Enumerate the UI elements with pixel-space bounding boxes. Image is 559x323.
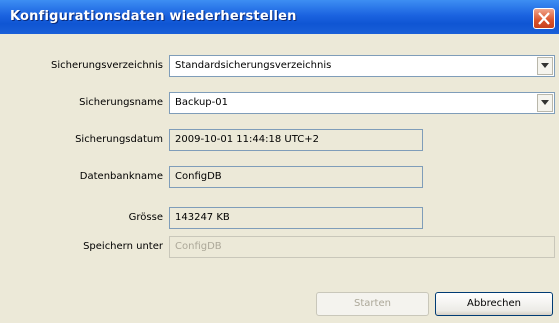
size-value: 143247 KB bbox=[175, 212, 230, 223]
backup-name-dropdown-button[interactable] bbox=[537, 94, 553, 112]
backup-directory-label: Sicherungsverzeichnis bbox=[51, 60, 163, 71]
start-button[interactable]: Starten bbox=[316, 292, 429, 316]
close-icon bbox=[538, 12, 550, 25]
backup-directory-select[interactable]: Standardsicherungsverzeichnis bbox=[169, 55, 555, 77]
backup-directory-value: Standardsicherungsverzeichnis bbox=[175, 60, 332, 71]
chevron-down-icon bbox=[541, 100, 549, 105]
save-as-input[interactable]: ConfigDB bbox=[169, 236, 555, 258]
window-title: Konfigurationsdaten wiederherstellen bbox=[10, 9, 297, 24]
chevron-down-icon bbox=[541, 63, 549, 68]
backup-date-value: 2009-10-01 11:44:18 UTC+2 bbox=[175, 134, 319, 145]
save-as-value: ConfigDB bbox=[175, 241, 222, 252]
backup-directory-dropdown-button[interactable] bbox=[537, 57, 553, 75]
backup-date-label: Sicherungsdatum bbox=[75, 134, 163, 145]
backup-name-value: Backup-01 bbox=[175, 97, 228, 108]
cancel-button[interactable]: Abbrechen bbox=[435, 292, 553, 316]
title-bar: Konfigurationsdaten wiederherstellen bbox=[0, 0, 559, 34]
backup-name-label: Sicherungsname bbox=[79, 97, 163, 108]
save-as-label: Speichern unter bbox=[83, 241, 163, 252]
backup-name-select[interactable]: Backup-01 bbox=[169, 92, 555, 114]
size-label: Grösse bbox=[128, 212, 163, 223]
size-field: 143247 KB bbox=[169, 207, 423, 229]
database-name-value: ConfigDB bbox=[175, 171, 222, 182]
database-name-label: Datenbankname bbox=[79, 171, 163, 182]
database-name-field: ConfigDB bbox=[169, 166, 423, 188]
close-button[interactable] bbox=[533, 8, 555, 29]
dialog-body: Sicherungsverzeichnis Standardsicherungs… bbox=[3, 34, 556, 320]
backup-date-field: 2009-10-01 11:44:18 UTC+2 bbox=[169, 129, 423, 151]
